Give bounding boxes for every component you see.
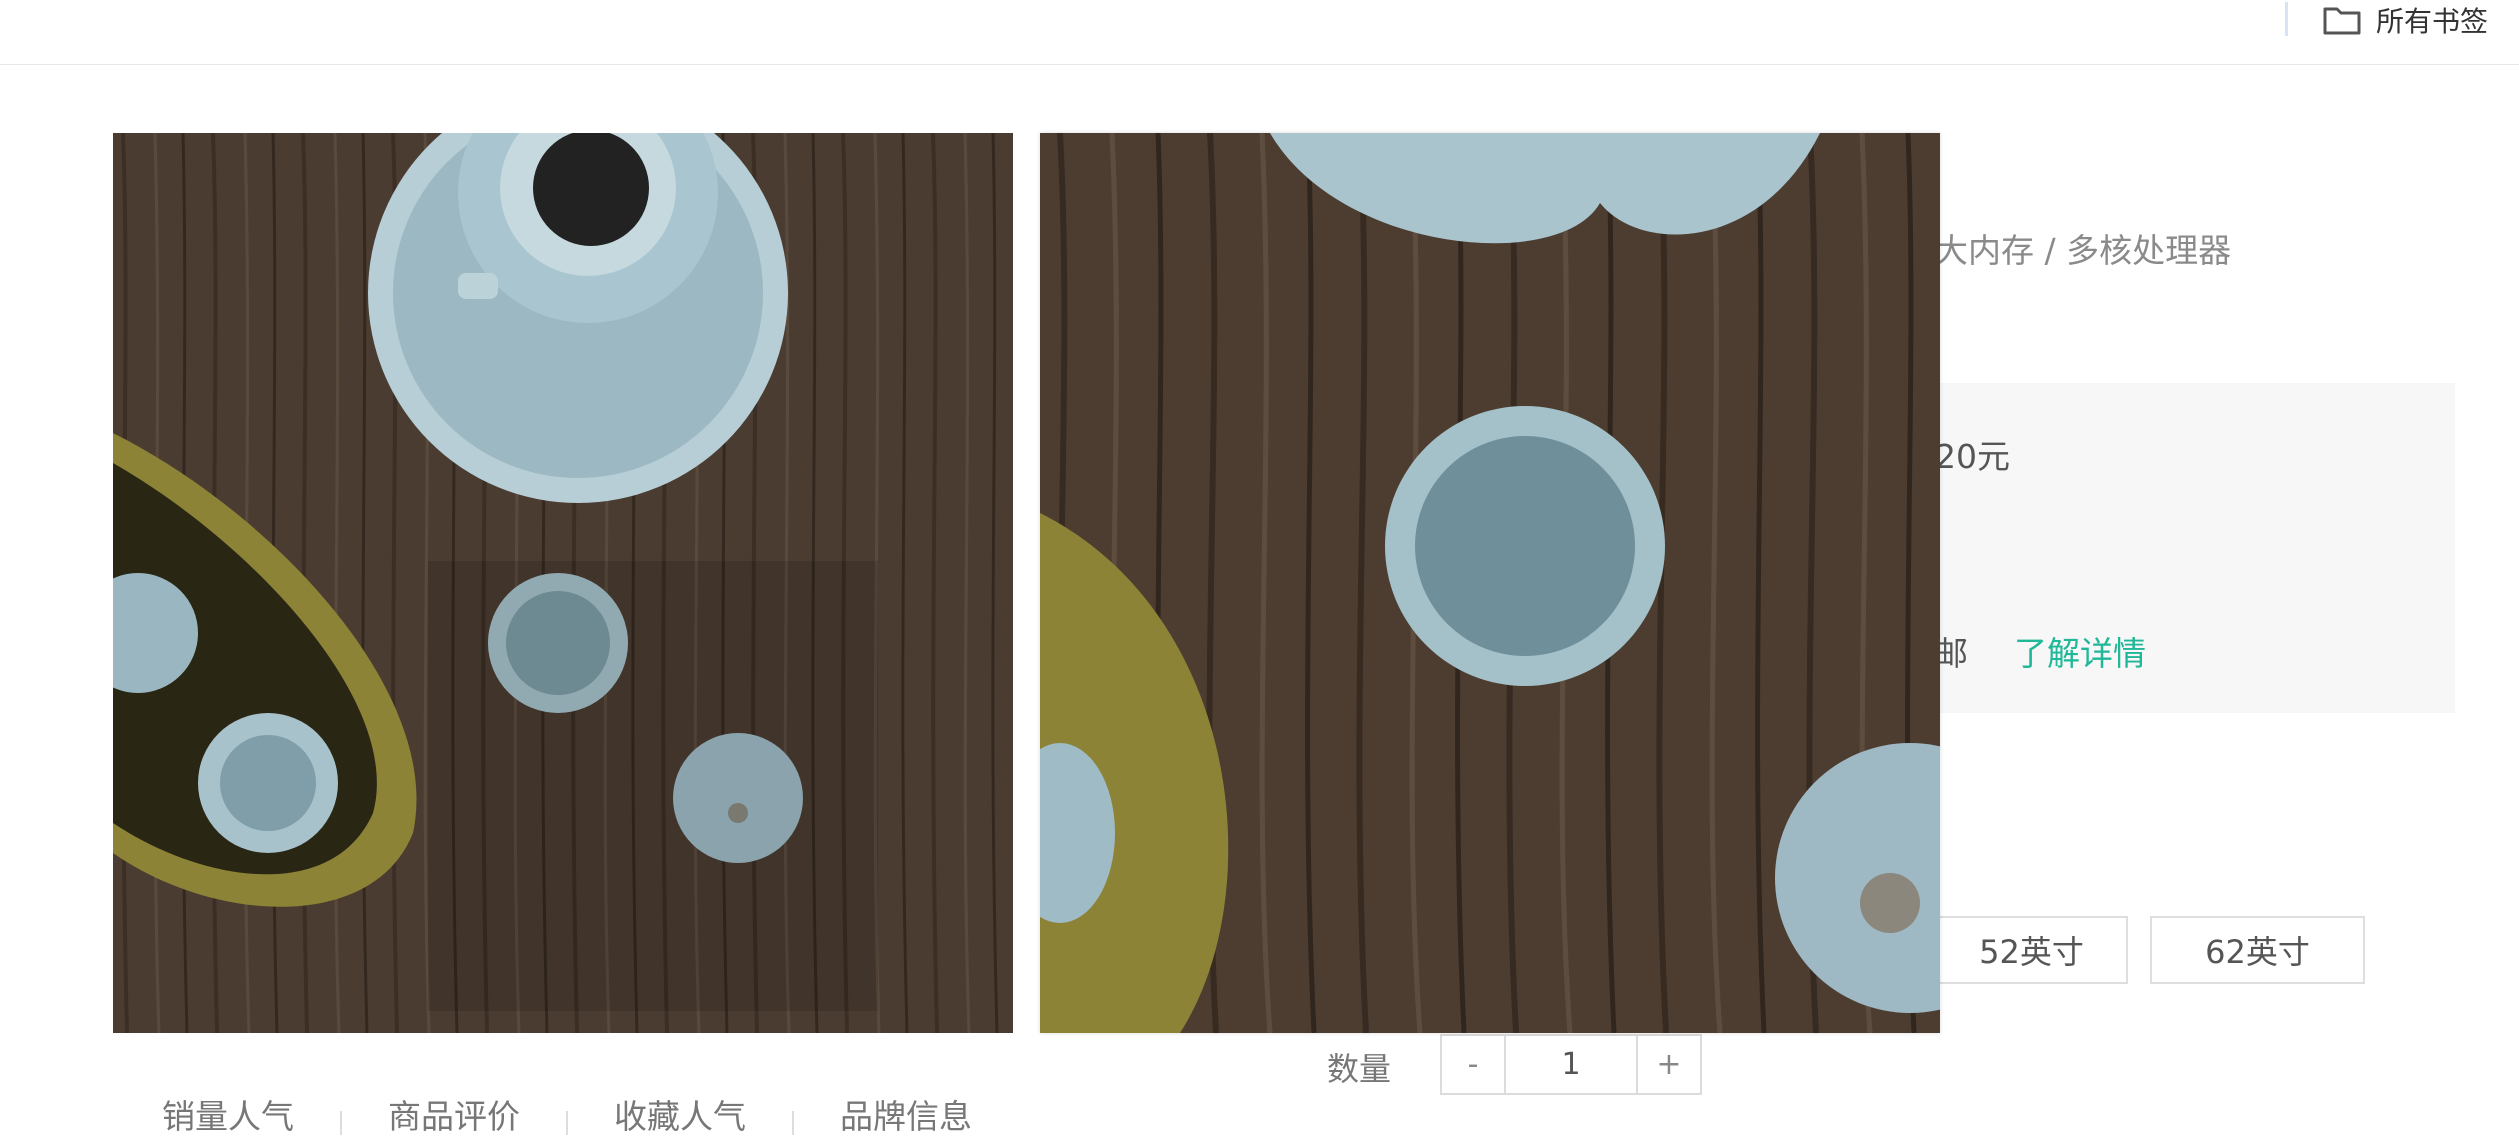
quantity-stepper: - 1 + (1440, 1034, 1702, 1095)
bookmark-bar: 所有书签 (0, 0, 2519, 65)
product-main-image[interactable] (113, 133, 1013, 1033)
product-tabs: 销量人气 商品评价 收藏人气 品牌信息 (140, 1090, 994, 1138)
all-bookmarks-button[interactable]: 所有书签 (2322, 0, 2488, 40)
size-option-52[interactable]: 52英寸 (1935, 916, 2128, 984)
tab-sales-popularity[interactable]: 销量人气 (140, 1090, 316, 1138)
zoomed-product-image (1040, 133, 1940, 1033)
bookmark-bar-divider (2285, 2, 2288, 36)
tab-reviews[interactable]: 商品评价 (366, 1090, 542, 1138)
size-option-62[interactable]: 62英寸 (2150, 916, 2365, 984)
quantity-increase-button[interactable]: + (1638, 1036, 1700, 1093)
product-subtitle: 大内存 / 多核处理器 (1935, 231, 2232, 270)
tab-divider (792, 1111, 794, 1135)
price-text: 20元 (1935, 437, 2010, 476)
folder-icon (2323, 7, 2361, 35)
quantity-input[interactable]: 1 (1504, 1036, 1638, 1093)
learn-details-link[interactable]: 了解详情 (2014, 627, 2146, 675)
tab-brand-info[interactable]: 品牌信息 (818, 1090, 994, 1138)
tab-divider (340, 1111, 342, 1135)
tab-divider (566, 1111, 568, 1135)
quantity-label: 数量 (1327, 1050, 1392, 1088)
tab-favorites[interactable]: 收藏人气 (592, 1090, 768, 1138)
all-bookmarks-label: 所有书签 (2376, 5, 2489, 38)
quantity-decrease-button[interactable]: - (1442, 1036, 1504, 1093)
